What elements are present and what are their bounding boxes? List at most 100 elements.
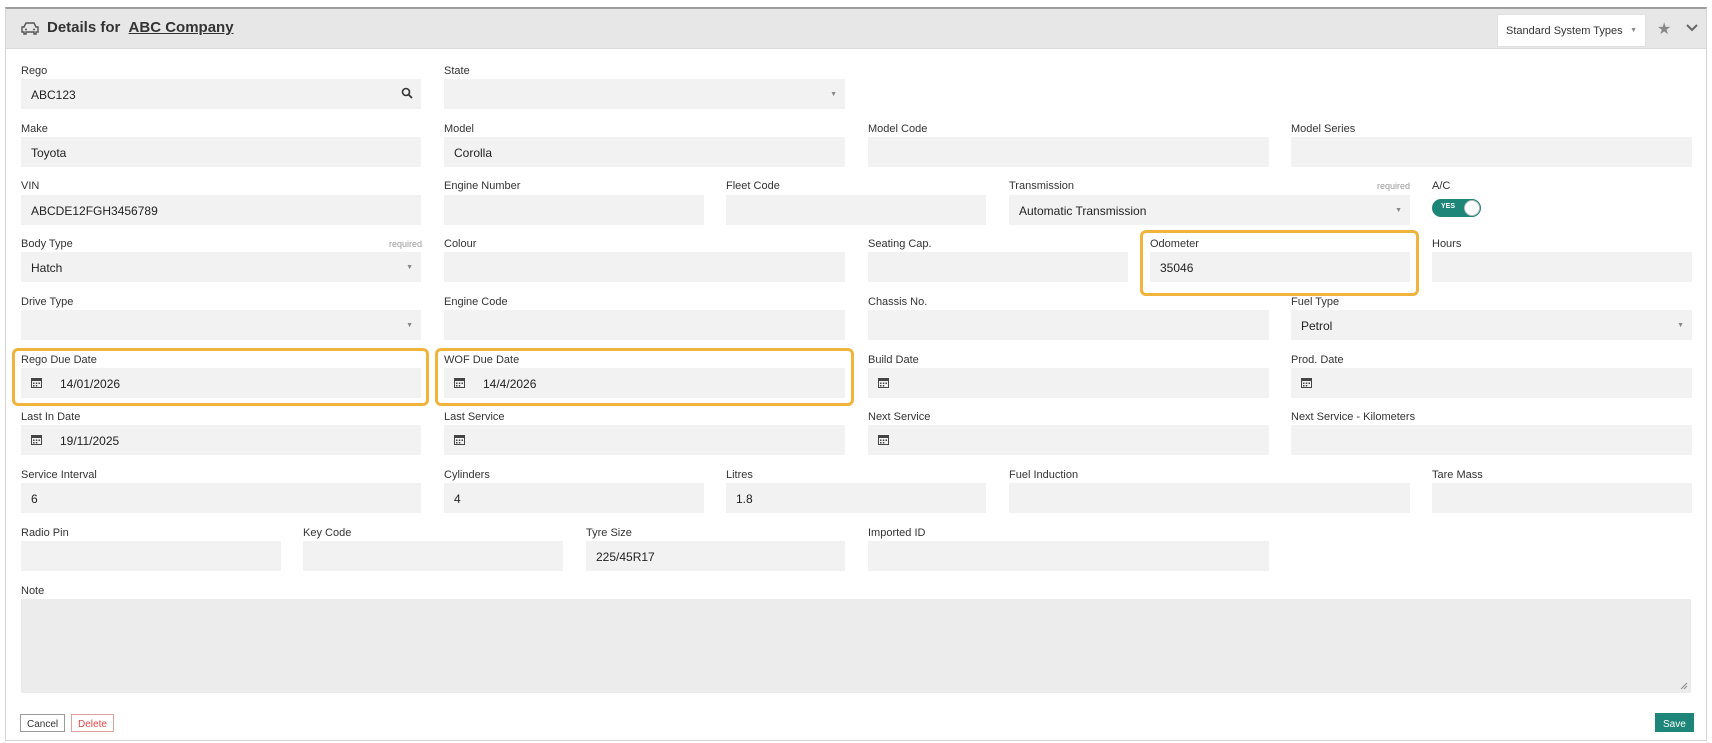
note-textarea[interactable] [21,599,1691,693]
colour-input[interactable] [444,252,845,282]
transmission-required: required [1376,181,1410,191]
caret-down-icon: ▼ [1395,207,1402,214]
wof-due-date-label: WOF Due Date [444,354,520,366]
body-type-value: Hatch [31,261,63,275]
vin-label: VIN [21,180,40,192]
model-code-label: Model Code [868,123,928,135]
calendar-icon[interactable] [31,377,42,388]
system-types-select[interactable]: Standard System Types ▼ [1497,14,1646,47]
panel-header: Details for ABC Company Standard System … [6,9,1706,49]
search-icon[interactable] [401,87,413,99]
radio-pin-label: Radio Pin [21,527,69,539]
fleet-code-label: Fleet Code [726,180,780,192]
model-input[interactable]: Corolla [444,137,845,167]
calendar-icon[interactable] [454,434,465,445]
make-input[interactable]: Toyota [21,137,421,167]
caret-down-icon: ▼ [406,322,413,329]
seating-cap-label: Seating Cap. [868,238,932,250]
transmission-select[interactable]: Automatic Transmission ▼ [1009,195,1410,225]
tyre-size-label: Tyre Size [586,527,632,539]
last-in-date-value: 19/11/2025 [60,434,120,448]
chassis-no-label: Chassis No. [868,296,928,308]
tyre-size-input[interactable]: 225/45R17 [586,541,845,571]
model-label: Model [444,123,474,135]
cylinders-label: Cylinders [444,469,490,481]
calendar-icon[interactable] [1301,377,1312,388]
cylinders-input[interactable]: 4 [444,483,704,513]
prod-date-input[interactable] [1291,368,1692,398]
last-in-date-input[interactable]: 19/11/2025 [21,425,421,455]
state-select[interactable]: ▼ [444,79,845,109]
toggle-knob [1464,200,1480,216]
save-button[interactable]: Save [1655,713,1694,732]
body-type-select[interactable]: Hatch ▼ [21,252,421,282]
build-date-label: Build Date [868,354,919,366]
calendar-icon[interactable] [878,377,889,388]
model-code-input[interactable] [868,137,1269,167]
fuel-type-select[interactable]: Petrol ▼ [1291,310,1692,340]
litres-input[interactable]: 1.8 [726,483,986,513]
vin-input[interactable]: ABCDE12FGH3456789 [21,195,421,225]
resize-grip-icon[interactable] [1680,682,1688,690]
service-interval-value: 6 [31,492,38,506]
calendar-icon[interactable] [31,434,42,445]
company-link[interactable]: ABC Company [129,19,234,36]
delete-button[interactable]: Delete [71,714,114,732]
caret-down-icon: ▼ [406,264,413,271]
tare-mass-input[interactable] [1432,483,1692,513]
cylinders-value: 4 [454,492,461,506]
ac-label: A/C [1432,180,1451,192]
make-value: Toyota [31,146,67,160]
service-interval-input[interactable]: 6 [21,483,421,513]
system-types-value: Standard System Types [1506,25,1623,37]
last-service-label: Last Service [444,411,505,423]
wof-due-date-value: 14/4/2026 [483,377,537,391]
key-code-input[interactable] [303,541,563,571]
calendar-icon[interactable] [454,377,465,388]
ac-toggle-text: YES [1441,203,1456,210]
odometer-value: 35046 [1160,261,1194,275]
engine-code-label: Engine Code [444,296,508,308]
star-icon[interactable]: ★ [1657,19,1671,39]
cancel-button[interactable]: Cancel [20,714,66,732]
chassis-no-input[interactable] [868,310,1269,340]
fleet-code-input[interactable] [726,195,986,225]
hours-label: Hours [1432,238,1462,250]
engine-number-input[interactable] [444,195,704,225]
rego-due-date-input[interactable]: 14/01/2026 [21,368,421,398]
prod-date-label: Prod. Date [1291,354,1344,366]
radio-pin-input[interactable] [21,541,281,571]
page-title: Details for ABC Company [47,19,234,36]
key-code-label: Key Code [303,527,352,539]
imported-id-input[interactable] [868,541,1269,571]
build-date-input[interactable] [868,368,1269,398]
vin-value: ABCDE12FGH3456789 [31,204,158,218]
rego-label: Rego [21,65,48,77]
service-interval-label: Service Interval [21,469,97,481]
model-series-input[interactable] [1291,137,1692,167]
drive-type-select[interactable]: ▼ [21,310,421,340]
transmission-label: Transmission [1009,180,1074,192]
hours-input[interactable] [1432,252,1692,282]
engine-code-input[interactable] [444,310,845,340]
last-service-input[interactable] [444,425,845,455]
odometer-input[interactable]: 35046 [1150,252,1410,282]
caret-down-icon: ▼ [1677,322,1684,329]
last-in-date-label: Last In Date [21,411,81,423]
next-service-km-input[interactable] [1291,425,1692,455]
rego-value: ABC123 [31,88,76,102]
wof-due-date-input[interactable]: 14/4/2026 [444,368,845,398]
litres-value: 1.8 [736,492,753,506]
fuel-induction-input[interactable] [1009,483,1410,513]
seating-cap-input[interactable] [868,252,1128,282]
fuel-induction-label: Fuel Induction [1009,469,1079,481]
odometer-label: Odometer [1150,238,1199,250]
body-type-required: required [388,239,422,249]
next-service-input[interactable] [868,425,1269,455]
calendar-icon[interactable] [878,434,889,445]
colour-label: Colour [444,238,477,250]
rego-input[interactable]: ABC123 [21,79,421,109]
ac-toggle[interactable]: YES [1432,199,1481,217]
next-service-label: Next Service [868,411,931,423]
chevron-down-icon[interactable] [1685,20,1699,34]
